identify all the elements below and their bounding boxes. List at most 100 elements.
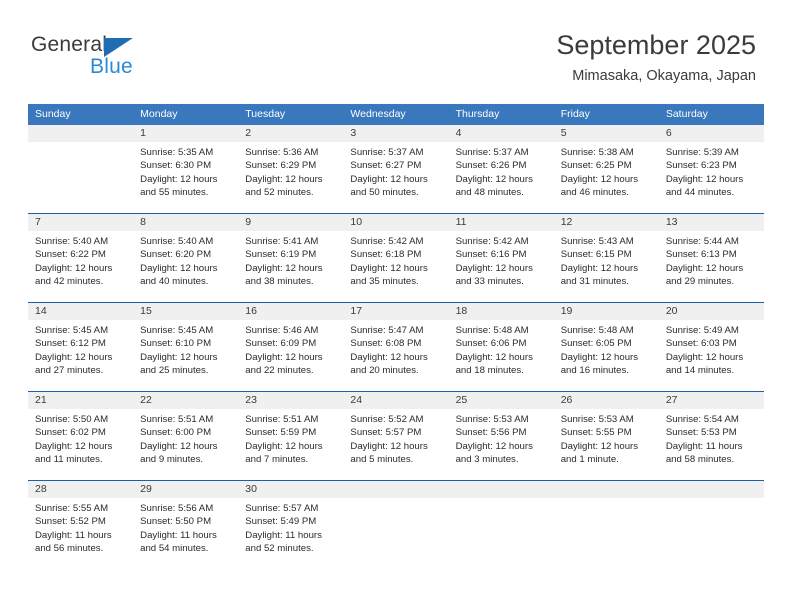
daylight-text: and 16 minutes. bbox=[560, 365, 629, 377]
daylight-text: Daylight: 12 hours bbox=[140, 351, 218, 363]
day-number-18[interactable]: 18 bbox=[449, 303, 554, 320]
day-cell-empty bbox=[449, 498, 554, 569]
day-number-27[interactable]: 27 bbox=[659, 392, 764, 409]
daylight-text: Daylight: 12 hours bbox=[455, 440, 533, 452]
daylight-text: and 52 minutes. bbox=[245, 543, 314, 555]
sunrise-text: Sunrise: 5:52 AM bbox=[350, 414, 424, 425]
general-blue-logo[interactable]: General Blue bbox=[31, 33, 211, 79]
day-cell-16[interactable]: Sunrise: 5:46 AM Sunset: 6:09 PM Daylight:… bbox=[238, 320, 343, 391]
day-number-28[interactable]: 28 bbox=[28, 481, 133, 498]
day-cell-7[interactable]: Sunrise: 5:40 AM Sunset: 6:22 PM Daylight:… bbox=[28, 231, 133, 302]
sunset-text: Sunset: 5:56 PM bbox=[455, 427, 527, 439]
day-cell-8[interactable]: Sunrise: 5:40 AM Sunset: 6:20 PM Daylight:… bbox=[133, 231, 238, 302]
day-cell-27[interactable]: Sunrise: 5:54 AM Sunset: 5:53 PM Daylight:… bbox=[659, 409, 764, 480]
day-number-19[interactable]: 19 bbox=[554, 303, 659, 320]
day-cell-19[interactable]: Sunrise: 5:48 AM Sunset: 6:05 PM Daylight:… bbox=[554, 320, 659, 391]
day-number-empty bbox=[343, 481, 448, 498]
calendar-week-row: 1 2 3 4 5 6 Sunrise: 5:35 AM Sunset: 6:30 PM Day… bbox=[28, 125, 764, 213]
sunset-text: Sunset: 6:29 PM bbox=[245, 160, 317, 172]
day-cell-29[interactable]: Sunrise: 5:56 AM Sunset: 5:50 PM Daylight:… bbox=[133, 498, 238, 569]
day-number-23[interactable]: 23 bbox=[238, 392, 343, 409]
day-cell-26[interactable]: Sunrise: 5:53 AM Sunset: 5:55 PM Daylight:… bbox=[554, 409, 659, 480]
sunrise-text: Sunrise: 5:50 AM bbox=[35, 414, 109, 425]
daylight-text: Daylight: 12 hours bbox=[140, 173, 218, 185]
day-number-20[interactable]: 20 bbox=[659, 303, 764, 320]
day-cell-17[interactable]: Sunrise: 5:47 AM Sunset: 6:08 PM Daylight:… bbox=[343, 320, 448, 391]
day-cell-5[interactable]: Sunrise: 5:38 AM Sunset: 6:25 PM Daylight:… bbox=[554, 142, 659, 213]
day-number-13[interactable]: 13 bbox=[659, 214, 764, 231]
day-number-5[interactable]: 5 bbox=[554, 125, 659, 142]
day-cell-30[interactable]: Sunrise: 5:57 AM Sunset: 5:49 PM Daylight:… bbox=[238, 498, 343, 569]
page-header: General Blue September 2025 Mimasaka, Ok… bbox=[0, 0, 792, 100]
weekday-header-row: Sunday Monday Tuesday Wednesday Thursday Frid… bbox=[28, 104, 764, 125]
day-cell-11[interactable]: Sunrise: 5:42 AM Sunset: 6:16 PM Daylight:… bbox=[449, 231, 554, 302]
day-cell-20[interactable]: Sunrise: 5:49 AM Sunset: 6:03 PM Daylight:… bbox=[659, 320, 764, 391]
sunset-text: Sunset: 5:49 PM bbox=[245, 516, 317, 528]
day-number-26[interactable]: 26 bbox=[554, 392, 659, 409]
daylight-text: Daylight: 12 hours bbox=[350, 173, 428, 185]
daylight-text: Daylight: 11 hours bbox=[665, 440, 743, 452]
day-cell-6[interactable]: Sunrise: 5:39 AM Sunset: 6:23 PM Daylight:… bbox=[659, 142, 764, 213]
day-cell-18[interactable]: Sunrise: 5:48 AM Sunset: 6:06 PM Daylight:… bbox=[449, 320, 554, 391]
day-cell-15[interactable]: Sunrise: 5:45 AM Sunset: 6:10 PM Daylight:… bbox=[133, 320, 238, 391]
day-cell-14[interactable]: Sunrise: 5:45 AM Sunset: 6:12 PM Daylight:… bbox=[28, 320, 133, 391]
day-number-15[interactable]: 15 bbox=[133, 303, 238, 320]
day-number-4[interactable]: 4 bbox=[449, 125, 554, 142]
calendar-page: General Blue September 2025 Mimasaka, Ok… bbox=[0, 0, 792, 612]
day-number-17[interactable]: 17 bbox=[343, 303, 448, 320]
sunset-text: Sunset: 6:15 PM bbox=[560, 249, 632, 261]
page-title: September 2025 bbox=[556, 30, 756, 60]
day-number-12[interactable]: 12 bbox=[554, 214, 659, 231]
sunrise-text: Sunrise: 5:37 AM bbox=[350, 147, 424, 158]
sunset-text: Sunset: 6:25 PM bbox=[560, 160, 632, 172]
day-number-6[interactable]: 6 bbox=[659, 125, 764, 142]
day-cell-13[interactable]: Sunrise: 5:44 AM Sunset: 6:13 PM Daylight:… bbox=[659, 231, 764, 302]
sunrise-text: Sunrise: 5:37 AM bbox=[455, 147, 529, 158]
daylight-text: Daylight: 12 hours bbox=[455, 262, 533, 274]
day-number-29[interactable]: 29 bbox=[133, 481, 238, 498]
day-number-10[interactable]: 10 bbox=[343, 214, 448, 231]
day-number-24[interactable]: 24 bbox=[343, 392, 448, 409]
day-number-22[interactable]: 22 bbox=[133, 392, 238, 409]
day-number-21[interactable]: 21 bbox=[28, 392, 133, 409]
day-number-11[interactable]: 11 bbox=[449, 214, 554, 231]
sunset-text: Sunset: 6:05 PM bbox=[560, 338, 632, 350]
daylight-text: Daylight: 12 hours bbox=[350, 262, 428, 274]
day-number-30[interactable]: 30 bbox=[238, 481, 343, 498]
sunrise-text: Sunrise: 5:49 AM bbox=[665, 325, 739, 336]
daylight-text: and 54 minutes. bbox=[140, 543, 209, 555]
day-cell-2[interactable]: Sunrise: 5:36 AM Sunset: 6:29 PM Daylight:… bbox=[238, 142, 343, 213]
sunset-text: Sunset: 6:02 PM bbox=[35, 427, 106, 439]
day-number-2[interactable]: 2 bbox=[238, 125, 343, 142]
day-number-9[interactable]: 9 bbox=[238, 214, 343, 231]
daylight-text: Daylight: 12 hours bbox=[665, 351, 744, 363]
sunrise-text: Sunrise: 5:41 AM bbox=[245, 236, 319, 247]
day-cell-9[interactable]: Sunrise: 5:41 AM Sunset: 6:19 PM Daylight:… bbox=[238, 231, 343, 302]
day-number-3[interactable]: 3 bbox=[343, 125, 448, 142]
day-cell-1[interactable]: Sunrise: 5:35 AM Sunset: 6:30 PM Daylight:… bbox=[133, 142, 238, 213]
day-cell-12[interactable]: Sunrise: 5:43 AM Sunset: 6:15 PM Daylight:… bbox=[554, 231, 659, 302]
calendar-grid: Sunday Monday Tuesday Wednesday Thursday Frid… bbox=[28, 104, 764, 569]
day-cell-23[interactable]: Sunrise: 5:51 AM Sunset: 5:59 PM Daylight:… bbox=[238, 409, 343, 480]
day-number-25[interactable]: 25 bbox=[449, 392, 554, 409]
sunset-text: Sunset: 6:27 PM bbox=[350, 160, 422, 172]
sunrise-text: Sunrise: 5:51 AM bbox=[140, 414, 214, 425]
daylight-text: and 9 minutes. bbox=[140, 454, 204, 466]
day-cell-4[interactable]: Sunrise: 5:37 AM Sunset: 6:26 PM Daylight:… bbox=[449, 142, 554, 213]
weekday-header-friday: Friday bbox=[560, 108, 590, 120]
day-cell-28[interactable]: Sunrise: 5:55 AM Sunset: 5:52 PM Daylight:… bbox=[28, 498, 133, 569]
daylight-text: and 27 minutes. bbox=[35, 365, 104, 377]
day-number-1[interactable]: 1 bbox=[133, 125, 238, 142]
day-number-14[interactable]: 14 bbox=[28, 303, 133, 320]
day-cell-22[interactable]: Sunrise: 5:51 AM Sunset: 6:00 PM Daylight:… bbox=[133, 409, 238, 480]
day-cell-21[interactable]: Sunrise: 5:50 AM Sunset: 6:02 PM Daylight:… bbox=[28, 409, 133, 480]
day-cell-10[interactable]: Sunrise: 5:42 AM Sunset: 6:18 PM Daylight:… bbox=[343, 231, 448, 302]
sunset-text: Sunset: 5:55 PM bbox=[560, 427, 632, 439]
calendar-week-row: 7 8 9 10 11 12 13 Sunrise: 5:40 AM Sunset: 6:22 … bbox=[28, 213, 764, 302]
day-cell-24[interactable]: Sunrise: 5:52 AM Sunset: 5:57 PM Daylight:… bbox=[343, 409, 448, 480]
day-cell-25[interactable]: Sunrise: 5:53 AM Sunset: 5:56 PM Daylight:… bbox=[449, 409, 554, 480]
day-cell-3[interactable]: Sunrise: 5:37 AM Sunset: 6:27 PM Daylight:… bbox=[343, 142, 448, 213]
day-number-8[interactable]: 8 bbox=[133, 214, 238, 231]
day-number-16[interactable]: 16 bbox=[238, 303, 343, 320]
day-number-7[interactable]: 7 bbox=[28, 214, 133, 231]
